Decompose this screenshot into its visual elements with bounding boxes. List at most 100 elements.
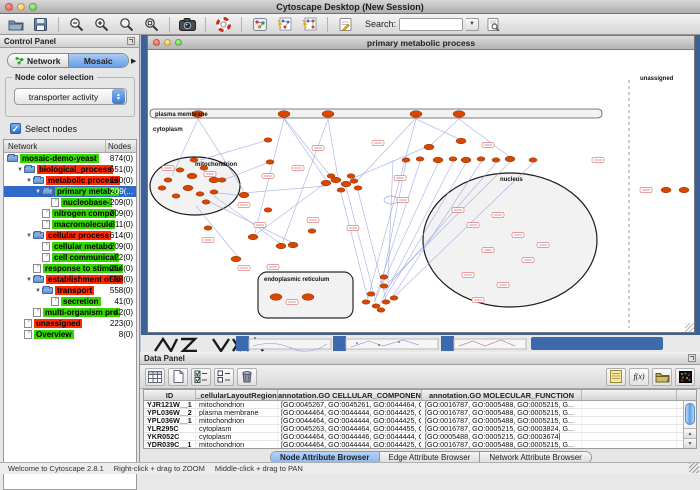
attribute-table-icon[interactable] xyxy=(145,368,165,386)
network-node[interactable] xyxy=(276,243,286,249)
network-node[interactable] xyxy=(661,187,671,193)
network-node[interactable] xyxy=(477,157,485,161)
tree-row[interactable]: ▼biological_process651(0) xyxy=(4,164,136,175)
network-node[interactable] xyxy=(337,188,345,192)
network-node[interactable] xyxy=(380,284,388,288)
tree-row[interactable]: ▼primary metabo209(... xyxy=(4,186,136,197)
float-panel-icon[interactable] xyxy=(127,37,135,45)
vizmapper-icon[interactable] xyxy=(248,15,271,33)
network-node[interactable] xyxy=(321,180,331,186)
table-row[interactable]: YDR039C__1mitochondrion[GO:0044464, GO:0… xyxy=(144,441,696,449)
tab-mosaic[interactable]: Mosaic xyxy=(68,54,129,67)
attribute-matrix-icon[interactable] xyxy=(675,368,695,386)
network-node[interactable] xyxy=(270,294,282,301)
tree-row[interactable]: ▼transport558(0) xyxy=(4,285,136,296)
network-node[interactable] xyxy=(164,178,172,182)
window-resize-grip[interactable] xyxy=(689,463,699,473)
network-node[interactable] xyxy=(505,156,515,162)
disclosure-triangle-icon[interactable]: ▼ xyxy=(34,189,42,195)
network-node[interactable] xyxy=(492,158,500,162)
network-node[interactable] xyxy=(209,177,219,183)
zoom-out-icon[interactable] xyxy=(65,15,88,33)
tree-row[interactable]: Overview8(0) xyxy=(4,329,136,340)
table-row[interactable]: YPL036W__2plasma membrane[GO:0044464, GO… xyxy=(144,409,696,417)
network-node[interactable] xyxy=(341,181,351,187)
tree-row[interactable]: unassigned223(0) xyxy=(4,318,136,329)
network-node[interactable] xyxy=(433,157,443,163)
zoom-in-icon[interactable] xyxy=(90,15,113,33)
tree-col-nodes[interactable]: Nodes xyxy=(106,140,136,152)
tree-row[interactable]: macromolecule311(0) xyxy=(4,219,136,230)
tree-row[interactable]: ▼metabolic process280(0) xyxy=(4,175,136,186)
network-node[interactable] xyxy=(380,275,388,279)
network-node[interactable] xyxy=(204,226,212,230)
network-node[interactable] xyxy=(424,144,434,150)
unselect-attributes-icon[interactable] xyxy=(214,368,234,386)
scroll-down-icon[interactable]: ▼ xyxy=(684,438,696,448)
network-node[interactable] xyxy=(402,158,410,162)
help-icon[interactable] xyxy=(212,15,235,33)
table-row[interactable]: YLR295Ccytoplasm[GO:0045263, GO:0044464,… xyxy=(144,425,696,433)
network-node[interactable] xyxy=(327,174,335,178)
network-node[interactable] xyxy=(196,192,204,196)
notes-icon[interactable] xyxy=(606,368,626,386)
network-node[interactable] xyxy=(390,296,398,300)
tree-row[interactable]: nucleobase-209(0) xyxy=(4,197,136,208)
network-node[interactable] xyxy=(416,157,424,161)
disclosure-triangle-icon[interactable]: ▼ xyxy=(34,288,42,294)
network-node[interactable] xyxy=(231,256,241,262)
network-node[interactable] xyxy=(456,138,466,144)
tree-col-network[interactable]: Network xyxy=(4,140,106,152)
network-node[interactable] xyxy=(367,292,375,296)
network-node[interactable] xyxy=(377,308,385,312)
node-color-dropdown[interactable]: transporter activity ▲▼ xyxy=(14,88,127,105)
float-data-panel-icon[interactable] xyxy=(688,354,696,362)
network-node[interactable] xyxy=(308,229,316,233)
zoom-fit-icon[interactable] xyxy=(140,15,163,33)
network-node[interactable] xyxy=(372,304,380,308)
new-attribute-icon[interactable] xyxy=(168,368,188,386)
network-node[interactable] xyxy=(210,190,218,194)
scrollbar-thumb[interactable] xyxy=(685,403,695,425)
tree-row[interactable]: multi-organism pro42(0) xyxy=(4,307,136,318)
network-node[interactable] xyxy=(278,111,290,118)
network-view-window[interactable]: primary metabolic process plasma membran… xyxy=(147,35,695,333)
tree-row[interactable]: response to stimulu264(0) xyxy=(4,263,136,274)
import-attributes-icon[interactable] xyxy=(652,368,672,386)
save-session-icon[interactable] xyxy=(29,15,52,33)
network-node[interactable] xyxy=(183,185,193,191)
network-node[interactable] xyxy=(529,158,537,162)
network-node[interactable] xyxy=(679,187,689,193)
table-row[interactable]: YPL036W__1mitochondrion[GO:0044464, GO:0… xyxy=(144,417,696,425)
disclosure-triangle-icon[interactable]: ▼ xyxy=(16,167,24,173)
network-node[interactable] xyxy=(176,168,184,172)
layout-network-icon[interactable] xyxy=(273,15,296,33)
network-canvas[interactable]: plasma membranecytoplasmmitochondrionnuc… xyxy=(148,50,694,332)
network-node[interactable] xyxy=(347,174,355,178)
network-node[interactable] xyxy=(158,186,166,190)
network-node[interactable] xyxy=(322,111,334,118)
table-row[interactable]: YKR052Ccytoplasm[GO:0044464, GO:0044446,… xyxy=(144,433,696,441)
annotation-icon[interactable] xyxy=(334,15,357,33)
table-row[interactable]: YJR121W__1mitochondrion[GO:0045267, GO:0… xyxy=(144,401,696,409)
tree-row[interactable]: nitrogen compo209(0) xyxy=(4,208,136,219)
search-dropdown-icon[interactable]: ▼ xyxy=(466,18,479,31)
network-node[interactable] xyxy=(453,111,465,118)
disclosure-triangle-icon[interactable]: ▼ xyxy=(25,277,33,283)
network-node[interactable] xyxy=(362,300,370,304)
network-node[interactable] xyxy=(266,160,274,164)
tab-overflow-arrow[interactable]: ▶ xyxy=(131,57,136,65)
network-node[interactable] xyxy=(239,192,249,198)
network-node[interactable] xyxy=(449,157,457,161)
network-node[interactable] xyxy=(218,178,226,182)
column-header[interactable]: _cellularLayoutRegion xyxy=(196,390,278,400)
function-builder-icon[interactable]: f(x) xyxy=(629,368,649,386)
column-header[interactable]: annotation.GO MOLECULAR_FUNCTION xyxy=(422,390,582,400)
view-resize-grip[interactable] xyxy=(685,323,694,332)
column-header[interactable]: annotation.GO CELLULAR_COMPONENT xyxy=(278,390,422,400)
network-node[interactable] xyxy=(202,200,210,204)
network-node[interactable] xyxy=(461,157,471,163)
column-header[interactable] xyxy=(582,390,677,400)
network-node[interactable] xyxy=(264,208,272,212)
network-node[interactable] xyxy=(264,138,272,142)
